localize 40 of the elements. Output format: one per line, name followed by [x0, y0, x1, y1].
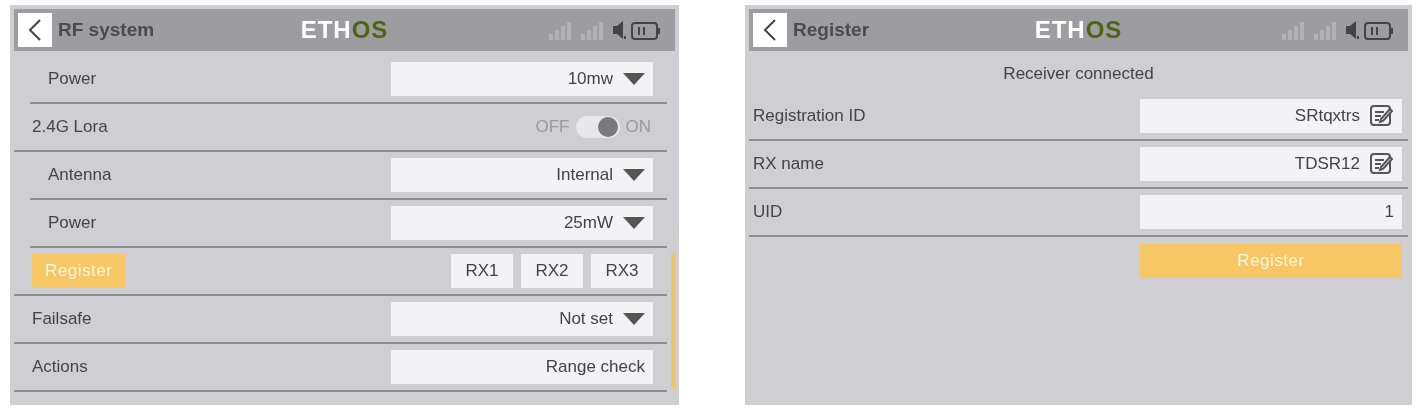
- text-field[interactable]: SRtqxtrs: [1140, 98, 1402, 133]
- screen-title: Register: [793, 17, 870, 42]
- text-field[interactable]: TDSR12: [1140, 146, 1402, 181]
- dropdown-caret-icon: [623, 169, 645, 181]
- dropdown-caret-icon: [623, 73, 645, 85]
- screen-title: RF system: [58, 17, 155, 42]
- toggle-switch[interactable]: [575, 116, 620, 138]
- logo-text: ETH: [300, 15, 352, 45]
- setting-label: Actions: [32, 357, 88, 377]
- edit-icon: [1370, 152, 1394, 175]
- receiver-button[interactable]: RX3: [591, 254, 653, 288]
- setting-label: UID: [752, 200, 783, 223]
- battery-icon: [1364, 22, 1394, 40]
- logo-text: OS: [351, 15, 389, 45]
- dropdown[interactable]: Not set: [391, 302, 653, 336]
- setting-label: RX name: [752, 152, 824, 175]
- setting-label: Registration ID: [752, 104, 866, 127]
- setting-label: 2.4G Lora: [32, 117, 108, 137]
- setting-label: Power: [48, 213, 97, 233]
- dropdown[interactable]: Internal: [391, 158, 653, 192]
- range-check-button[interactable]: Range check: [391, 350, 653, 384]
- setting-label: Failsafe: [32, 309, 92, 329]
- back-button[interactable]: [753, 13, 787, 47]
- status-message: Receiver connected: [1003, 63, 1154, 85]
- back-button[interactable]: [18, 13, 52, 47]
- battery-icon: [631, 22, 661, 40]
- edit-icon: [1370, 104, 1394, 127]
- speaker-icon: [613, 20, 627, 40]
- logo-text: ETH: [1034, 15, 1086, 45]
- setting-label: Power: [48, 69, 97, 89]
- dropdown[interactable]: 25mW: [391, 206, 653, 240]
- logo-text: OS: [1085, 15, 1123, 45]
- setting-label: Antenna: [48, 165, 112, 185]
- receiver-button[interactable]: RX1: [451, 254, 513, 288]
- text-field[interactable]: 1: [1140, 194, 1402, 229]
- speaker-icon: [1346, 20, 1360, 40]
- receiver-button[interactable]: RX2: [521, 254, 583, 288]
- dropdown-caret-icon: [623, 313, 645, 325]
- dropdown-caret-icon: [623, 217, 645, 229]
- dropdown[interactable]: 10mw: [391, 62, 653, 96]
